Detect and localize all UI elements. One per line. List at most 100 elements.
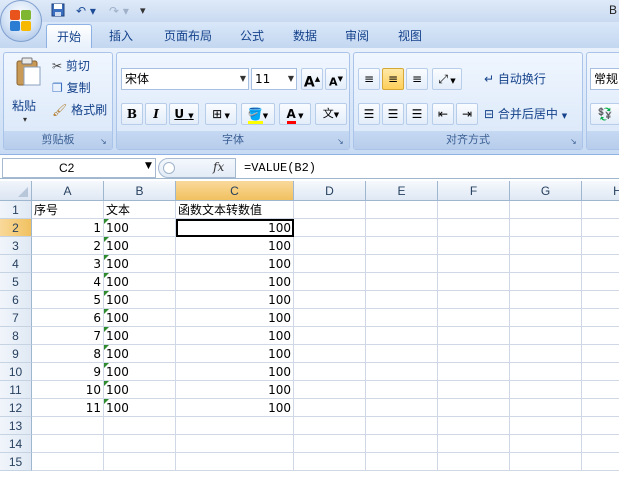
cell-c2[interactable]: 100: [176, 219, 294, 237]
alignment-launcher-icon[interactable]: ↘: [570, 137, 579, 146]
cell-h10[interactable]: [582, 363, 619, 381]
cell-f1[interactable]: [438, 201, 510, 219]
font-color-button[interactable]: A ▼: [279, 103, 311, 125]
cell-d8[interactable]: [294, 327, 366, 345]
underline-button[interactable]: U ▼: [169, 103, 199, 125]
cell-h7[interactable]: [582, 309, 619, 327]
align-middle-button[interactable]: ≡: [382, 68, 404, 90]
row-header-10[interactable]: 10: [0, 363, 32, 381]
format-painter-button[interactable]: 🖌 格式刷: [52, 99, 107, 121]
cell-d6[interactable]: [294, 291, 366, 309]
cell-f7[interactable]: [438, 309, 510, 327]
column-header-a[interactable]: A: [32, 181, 104, 201]
cell-d15[interactable]: [294, 453, 366, 471]
cell-h4[interactable]: [582, 255, 619, 273]
row-header-1[interactable]: 1: [0, 201, 32, 219]
cell-c9[interactable]: 100: [176, 345, 294, 363]
cell-d4[interactable]: [294, 255, 366, 273]
cell-g13[interactable]: [510, 417, 582, 435]
office-button[interactable]: [0, 0, 42, 42]
cell-f4[interactable]: [438, 255, 510, 273]
cell-h13[interactable]: [582, 417, 619, 435]
insert-function-icon[interactable]: fx: [213, 160, 224, 174]
cell-e1[interactable]: [366, 201, 438, 219]
cell-f14[interactable]: [438, 435, 510, 453]
cell-c4[interactable]: 100: [176, 255, 294, 273]
cell-e15[interactable]: [366, 453, 438, 471]
cell-f13[interactable]: [438, 417, 510, 435]
cell-f10[interactable]: [438, 363, 510, 381]
undo-icon[interactable]: ↶ ▾: [72, 3, 100, 19]
cell-e11[interactable]: [366, 381, 438, 399]
cell-d12[interactable]: [294, 399, 366, 417]
cell-a15[interactable]: [32, 453, 104, 471]
cell-h15[interactable]: [582, 453, 619, 471]
cell-b15[interactable]: [104, 453, 176, 471]
cell-c11[interactable]: 100: [176, 381, 294, 399]
cell-a4[interactable]: 3: [32, 255, 104, 273]
cell-d7[interactable]: [294, 309, 366, 327]
cell-g4[interactable]: [510, 255, 582, 273]
row-header-9[interactable]: 9: [0, 345, 32, 363]
cell-b12[interactable]: 100: [104, 399, 176, 417]
cell-b2[interactable]: 100: [104, 219, 176, 237]
cell-e14[interactable]: [366, 435, 438, 453]
cell-g3[interactable]: [510, 237, 582, 255]
cell-h3[interactable]: [582, 237, 619, 255]
name-box[interactable]: C2: [2, 158, 156, 178]
save-icon[interactable]: [50, 3, 66, 19]
row-header-12[interactable]: 12: [0, 399, 32, 417]
column-header-f[interactable]: F: [438, 181, 510, 201]
fill-color-button[interactable]: 🪣▼: [241, 103, 275, 125]
row-header-4[interactable]: 4: [0, 255, 32, 273]
formula-input[interactable]: =VALUE(B2): [240, 158, 316, 178]
select-all-button[interactable]: [0, 181, 32, 201]
column-header-c[interactable]: C: [176, 181, 294, 201]
row-header-13[interactable]: 13: [0, 417, 32, 435]
clipboard-launcher-icon[interactable]: ↘: [100, 137, 109, 146]
cell-g9[interactable]: [510, 345, 582, 363]
cell-f11[interactable]: [438, 381, 510, 399]
cell-f2[interactable]: [438, 219, 510, 237]
row-header-14[interactable]: 14: [0, 435, 32, 453]
align-bottom-button[interactable]: ≡: [406, 68, 428, 90]
accounting-format-button[interactable]: 💱: [590, 103, 619, 125]
cell-d5[interactable]: [294, 273, 366, 291]
cell-f3[interactable]: [438, 237, 510, 255]
cell-g8[interactable]: [510, 327, 582, 345]
merge-center-button[interactable]: ⊟ 合并后居中 ▼: [484, 103, 567, 125]
cell-a9[interactable]: 8: [32, 345, 104, 363]
column-header-e[interactable]: E: [366, 181, 438, 201]
bold-button[interactable]: B: [121, 103, 143, 125]
cell-d13[interactable]: [294, 417, 366, 435]
cell-e10[interactable]: [366, 363, 438, 381]
increase-indent-button[interactable]: ⇥: [456, 103, 478, 125]
grow-font-button[interactable]: A▲: [301, 68, 323, 91]
row-header-15[interactable]: 15: [0, 453, 32, 471]
cell-d11[interactable]: [294, 381, 366, 399]
qat-customize-button[interactable]: ▾: [140, 3, 152, 19]
cell-g5[interactable]: [510, 273, 582, 291]
italic-button[interactable]: I: [145, 103, 167, 125]
cell-h2[interactable]: [582, 219, 619, 237]
cell-c6[interactable]: 100: [176, 291, 294, 309]
tab-view[interactable]: 视图: [390, 24, 430, 48]
shrink-font-button[interactable]: A▼: [325, 68, 347, 90]
cell-b7[interactable]: 100: [104, 309, 176, 327]
align-center-button[interactable]: ☰: [382, 103, 404, 125]
cell-e13[interactable]: [366, 417, 438, 435]
resize-handle[interactable]: [163, 162, 175, 174]
cell-a11[interactable]: 10: [32, 381, 104, 399]
cell-e9[interactable]: [366, 345, 438, 363]
cell-b10[interactable]: 100: [104, 363, 176, 381]
cell-a1[interactable]: 序号: [32, 201, 104, 219]
row-header-2[interactable]: 2: [0, 219, 32, 237]
cell-f5[interactable]: [438, 273, 510, 291]
borders-button[interactable]: ⊞ ▼: [205, 103, 237, 125]
cell-h11[interactable]: [582, 381, 619, 399]
cell-a8[interactable]: 7: [32, 327, 104, 345]
cell-f9[interactable]: [438, 345, 510, 363]
cell-a6[interactable]: 5: [32, 291, 104, 309]
tab-review[interactable]: 审阅: [338, 24, 376, 48]
tab-insert[interactable]: 插入: [100, 24, 142, 48]
